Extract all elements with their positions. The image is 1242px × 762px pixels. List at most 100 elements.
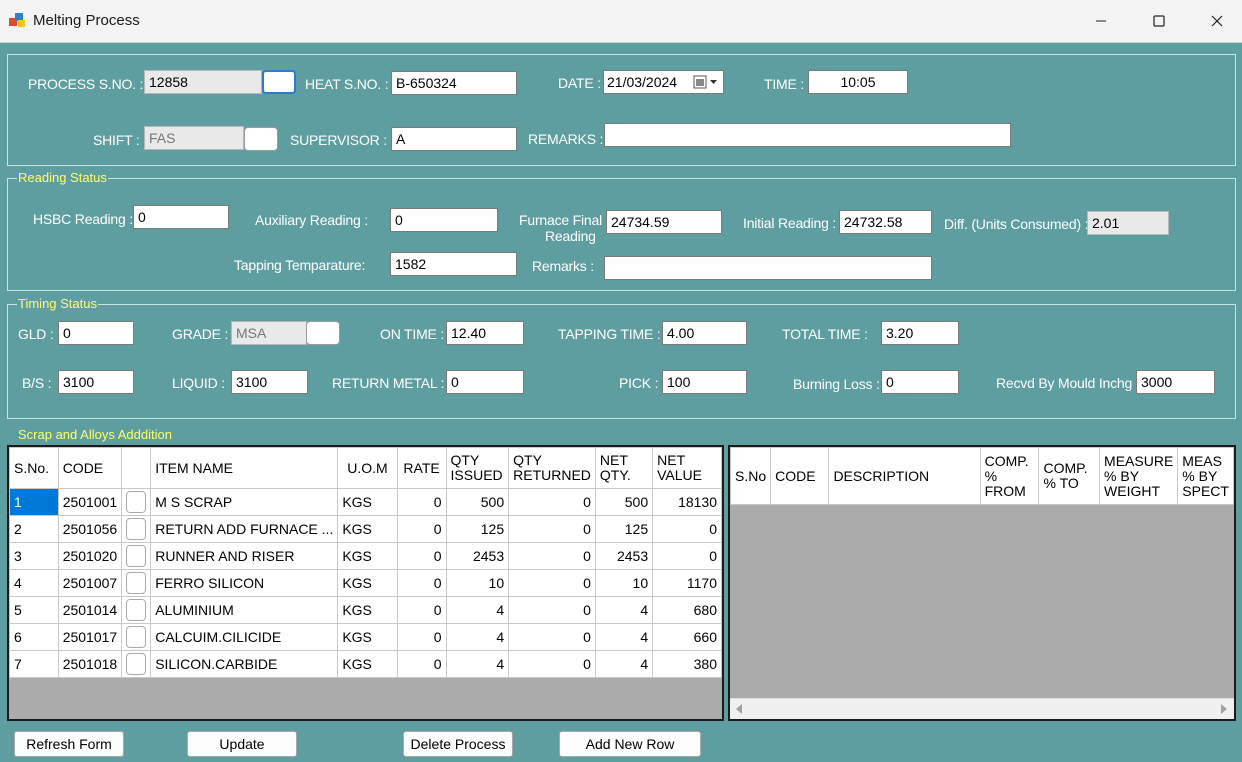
table-cell[interactable]: 4 — [445, 650, 510, 678]
table-cell[interactable]: KGS — [337, 596, 398, 624]
scrap-col-header[interactable]: QTY ISSUED — [445, 447, 510, 489]
table-cell[interactable]: 2501014 — [57, 596, 123, 624]
table-cell[interactable]: KGS — [337, 623, 398, 651]
update-button[interactable]: Update — [187, 731, 297, 757]
table-row[interactable]: 1 2501001 M S SCRAP KGS 0 500 0 500 18130 — [9, 488, 722, 516]
shift-field[interactable]: FAS — [144, 126, 244, 150]
table-cell[interactable]: 2501001 — [57, 488, 123, 516]
table-cell[interactable]: FERRO SILICON — [150, 569, 339, 597]
row-button[interactable] — [126, 572, 147, 594]
grade-field[interactable]: MSA — [231, 321, 307, 345]
scrap-col-header[interactable]: S.No. — [9, 447, 59, 489]
row-select-checkbox-cell[interactable] — [121, 488, 152, 516]
scroll-right-icon[interactable] — [1220, 704, 1228, 714]
table-cell[interactable]: 2501020 — [57, 542, 123, 570]
row-select-checkbox-cell[interactable] — [121, 623, 152, 651]
table-cell[interactable]: CALCUIM.CILICIDE — [150, 623, 339, 651]
table-cell[interactable]: 0 — [396, 596, 447, 624]
bs-field[interactable]: 3100 — [58, 370, 134, 394]
recvd-by-mould-field[interactable]: 3000 — [1136, 370, 1215, 394]
scrap-col-header[interactable] — [121, 447, 152, 489]
table-cell[interactable]: 500 — [594, 488, 654, 516]
table-row[interactable]: 4 2501007 FERRO SILICON KGS 0 10 0 10 1170 — [9, 569, 722, 597]
process-lookup-button[interactable] — [262, 70, 296, 94]
shift-lookup-button[interactable] — [244, 127, 278, 151]
process-sno-field[interactable]: 12858 — [144, 70, 262, 94]
composition-col-header[interactable]: COMP. % FROM — [979, 447, 1040, 505]
calendar-dropdown-icon[interactable] — [693, 75, 719, 89]
row-select-checkbox-cell[interactable] — [121, 596, 152, 624]
return-metal-field[interactable]: 0 — [446, 370, 524, 394]
refresh-form-button[interactable]: Refresh Form — [14, 731, 124, 757]
furnace-final-reading-field[interactable]: 24734.59 — [606, 210, 722, 234]
gld-field[interactable]: 0 — [58, 321, 134, 345]
grade-lookup-button[interactable] — [306, 321, 340, 345]
table-cell[interactable]: 2453 — [594, 542, 654, 570]
table-cell[interactable]: 0 — [396, 623, 447, 651]
composition-grid[interactable]: S.No CODE DESCRIPTION COMP. % FROM COMP. % T… — [728, 445, 1236, 721]
total-time-field[interactable]: 3.20 — [881, 321, 959, 345]
scrap-grid[interactable]: S.No. CODE ITEM NAME U.O.M RATE QTY ISSUED QTY… — [7, 445, 724, 721]
remarks-field[interactable] — [604, 123, 1011, 147]
table-cell[interactable]: 0 — [652, 515, 722, 543]
table-cell[interactable]: 0 — [396, 650, 447, 678]
table-cell[interactable]: 4 — [445, 623, 510, 651]
burning-loss-field[interactable]: 0 — [881, 370, 959, 394]
table-cell[interactable]: SILICON.CARBIDE — [150, 650, 339, 678]
composition-col-header[interactable]: MEASURE % BY WEIGHT — [1099, 447, 1179, 505]
scrap-col-header[interactable]: QTY RETURNED — [508, 447, 596, 489]
table-cell[interactable]: RUNNER AND RISER — [150, 542, 339, 570]
row-select-checkbox-cell[interactable] — [121, 569, 152, 597]
table-cell[interactable]: 2453 — [445, 542, 510, 570]
scrap-col-header[interactable]: CODE — [57, 447, 123, 489]
tapping-temperature-field[interactable]: 1582 — [390, 252, 517, 276]
table-cell[interactable]: 660 — [652, 623, 722, 651]
table-row[interactable]: 6 2501017 CALCUIM.CILICIDE KGS 0 4 0 4 660 — [9, 623, 722, 651]
table-cell[interactable]: 2 — [9, 515, 59, 543]
pick-field[interactable]: 100 — [662, 370, 747, 394]
table-cell[interactable]: RETURN ADD FURNACE ... — [150, 515, 339, 543]
table-cell[interactable]: 2501056 — [57, 515, 123, 543]
table-cell[interactable]: KGS — [337, 488, 398, 516]
scroll-left-icon[interactable] — [735, 704, 743, 714]
composition-col-header[interactable]: DESCRIPTION — [828, 447, 981, 505]
on-time-field[interactable]: 12.40 — [446, 321, 524, 345]
table-cell[interactable]: 0 — [508, 596, 596, 624]
table-cell[interactable]: 1 — [9, 488, 59, 516]
maximize-button[interactable] — [1130, 0, 1188, 42]
scrap-col-header[interactable]: RATE — [396, 447, 447, 489]
table-cell[interactable]: 0 — [508, 542, 596, 570]
row-button[interactable] — [126, 518, 147, 540]
table-cell[interactable]: 125 — [594, 515, 654, 543]
date-picker[interactable]: 21/03/2024 — [603, 70, 724, 94]
table-cell[interactable]: M S SCRAP — [150, 488, 339, 516]
table-cell[interactable]: 500 — [445, 488, 510, 516]
table-cell[interactable]: 4 — [9, 569, 59, 597]
table-cell[interactable]: KGS — [337, 542, 398, 570]
composition-horizontal-scrollbar[interactable] — [730, 698, 1234, 719]
table-cell[interactable]: 4 — [594, 596, 654, 624]
table-row[interactable]: 7 2501018 SILICON.CARBIDE KGS 0 4 0 4 380 — [9, 650, 722, 678]
table-cell[interactable]: KGS — [337, 515, 398, 543]
row-select-checkbox-cell[interactable] — [121, 515, 152, 543]
table-cell[interactable]: 0 — [508, 488, 596, 516]
scrap-col-header[interactable]: NET QTY. — [594, 447, 654, 489]
table-cell[interactable]: 125 — [445, 515, 510, 543]
table-cell[interactable]: 2501017 — [57, 623, 123, 651]
time-field[interactable]: 10:05 — [808, 70, 908, 94]
table-cell[interactable]: 4 — [445, 596, 510, 624]
table-cell[interactable]: 0 — [508, 650, 596, 678]
initial-reading-field[interactable]: 24732.58 — [839, 210, 932, 234]
table-cell[interactable]: 380 — [652, 650, 722, 678]
table-cell[interactable]: 0 — [396, 488, 447, 516]
table-cell[interactable]: 680 — [652, 596, 722, 624]
row-select-checkbox-cell[interactable] — [121, 542, 152, 570]
close-button[interactable] — [1188, 0, 1242, 42]
delete-process-button[interactable]: Delete Process — [403, 731, 513, 757]
row-button[interactable] — [126, 599, 147, 621]
minimize-button[interactable] — [1072, 0, 1130, 42]
table-cell[interactable]: 4 — [594, 623, 654, 651]
table-cell[interactable]: 0 — [508, 623, 596, 651]
table-cell[interactable]: 3 — [9, 542, 59, 570]
hsbc-reading-field[interactable]: 0 — [133, 205, 229, 229]
